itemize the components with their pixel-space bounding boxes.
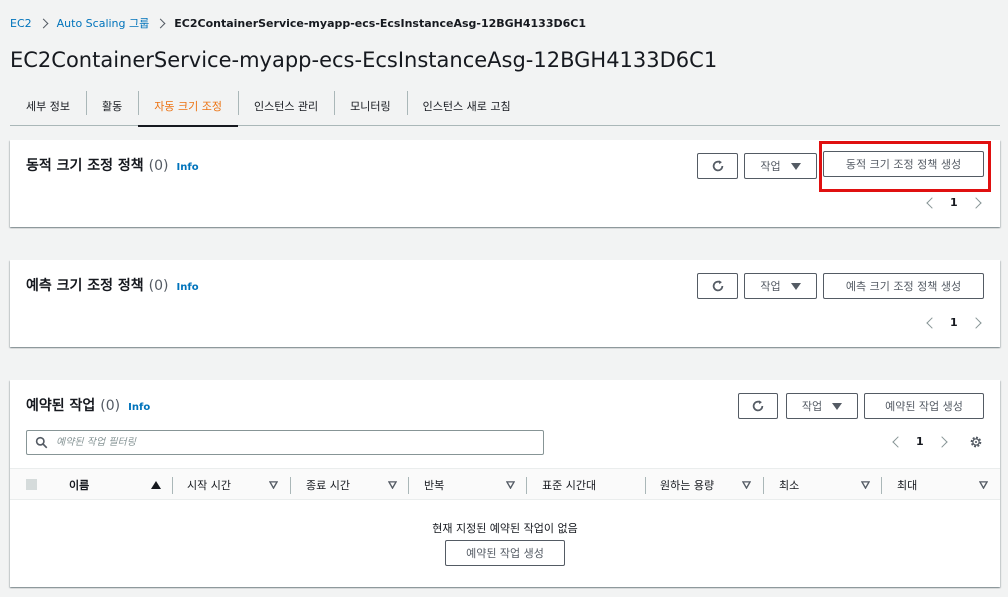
column-header-desired-capacity[interactable]: 원하는 용량 bbox=[660, 469, 763, 501]
dynamic-scaling-info-link[interactable]: Info bbox=[177, 162, 199, 173]
prev-page-icon[interactable] bbox=[926, 316, 938, 329]
column-divider bbox=[763, 477, 764, 494]
predictive-pagination: 1 bbox=[926, 316, 982, 329]
sort-icon bbox=[506, 481, 515, 489]
caret-down-icon bbox=[832, 402, 843, 410]
next-page-icon[interactable] bbox=[935, 435, 948, 448]
column-header-max[interactable]: 최대 bbox=[897, 469, 1000, 501]
tab-monitoring[interactable]: 모니터링 bbox=[334, 86, 406, 126]
predictive-scaling-title: 예측 크기 조정 정책 bbox=[26, 278, 144, 294]
tab-details[interactable]: 세부 정보 bbox=[10, 86, 86, 126]
predictive-scaling-count: (0) bbox=[148, 278, 169, 294]
page-number[interactable]: 1 bbox=[916, 435, 924, 448]
predictive-scaling-panel: 예측 크기 조정 정책 (0) Info 작업 예측 크기 조정 정책 생성 1 bbox=[10, 260, 1000, 347]
scheduled-actions-search-input[interactable] bbox=[56, 437, 516, 448]
scheduled-actions-title: 예약된 작업 bbox=[26, 398, 96, 414]
scheduled-refresh-button[interactable] bbox=[738, 393, 778, 419]
scheduled-actions-button[interactable]: 작업 bbox=[786, 393, 858, 419]
tab-instance-management[interactable]: 인스턴스 관리 bbox=[237, 86, 334, 126]
sort-icon bbox=[742, 481, 751, 489]
empty-state-create-scheduled-action-button[interactable]: 예약된 작업 생성 bbox=[445, 540, 565, 566]
predictive-scaling-info-link[interactable]: Info bbox=[177, 282, 199, 293]
next-page-icon[interactable] bbox=[969, 316, 982, 329]
gear-icon[interactable] bbox=[969, 435, 983, 449]
create-predictive-scaling-policy-button[interactable]: 예측 크기 조정 정책 생성 bbox=[823, 273, 984, 299]
sort-ascending-icon bbox=[151, 481, 161, 489]
page-number[interactable]: 1 bbox=[950, 316, 958, 329]
dynamic-scaling-header: 동적 크기 조정 정책 (0) Info bbox=[26, 155, 199, 175]
scheduled-actions-search bbox=[26, 430, 544, 455]
column-header-start-time[interactable]: 시작 시간 bbox=[187, 469, 290, 501]
breadcrumb-current: EC2ContainerService-myapp-ecs-EcsInstanc… bbox=[174, 16, 586, 30]
tab-instance-refresh[interactable]: 인스턴스 새로 고침 bbox=[406, 86, 527, 126]
tab-bar: 세부 정보 활동 자동 크기 조정 인스턴스 관리 모니터링 인스턴스 새로 고… bbox=[10, 86, 1000, 127]
prev-page-icon[interactable] bbox=[892, 435, 904, 448]
prev-page-icon[interactable] bbox=[926, 196, 938, 209]
dynamic-actions-button[interactable]: 작업 bbox=[744, 153, 817, 179]
column-divider bbox=[172, 477, 173, 494]
predictive-scaling-header: 예측 크기 조정 정책 (0) Info bbox=[26, 275, 199, 295]
refresh-icon bbox=[712, 280, 723, 292]
column-divider bbox=[290, 477, 291, 494]
caret-down-icon bbox=[790, 162, 801, 170]
column-divider bbox=[408, 477, 409, 494]
sort-icon bbox=[861, 481, 870, 489]
column-header-end-time[interactable]: 종료 시간 bbox=[306, 469, 409, 501]
page-title: EC2ContainerService-myapp-ecs-EcsInstanc… bbox=[10, 48, 718, 72]
select-all-checkbox[interactable] bbox=[26, 479, 37, 490]
chevron-right-icon bbox=[38, 18, 49, 28]
breadcrumb-ec2-link[interactable]: EC2 bbox=[10, 17, 32, 30]
column-header-recurrence[interactable]: 반복 bbox=[424, 469, 527, 501]
chevron-right-icon bbox=[155, 18, 166, 28]
scheduled-actions-header: 예약된 작업 (0) Info bbox=[26, 395, 150, 415]
create-dynamic-scaling-policy-button[interactable]: 동적 크기 조정 정책 생성 bbox=[823, 151, 984, 177]
column-header-time-zone[interactable]: 표준 시간대 bbox=[542, 469, 645, 501]
caret-down-icon bbox=[790, 282, 801, 290]
column-divider bbox=[881, 477, 882, 494]
dynamic-scaling-count: (0) bbox=[148, 158, 169, 174]
scheduled-actions-info-link[interactable]: Info bbox=[128, 402, 150, 413]
sort-icon bbox=[979, 481, 988, 489]
sort-icon bbox=[269, 481, 278, 489]
scheduled-pagination: 1 bbox=[892, 435, 948, 448]
scheduled-actions-panel: 예약된 작업 (0) Info 작업 예약된 작업 생성 1 이름 시작 시간 bbox=[10, 380, 1000, 587]
dynamic-scaling-title: 동적 크기 조정 정책 bbox=[26, 158, 144, 174]
scheduled-actions-count: (0) bbox=[100, 398, 121, 414]
search-icon bbox=[35, 436, 48, 449]
create-scheduled-action-button[interactable]: 예약된 작업 생성 bbox=[864, 393, 984, 419]
predictive-actions-label: 작업 bbox=[760, 280, 781, 293]
predictive-actions-button[interactable]: 작업 bbox=[744, 273, 817, 299]
dynamic-refresh-button[interactable] bbox=[697, 153, 738, 179]
sort-icon bbox=[388, 481, 397, 489]
dynamic-actions-label: 작업 bbox=[760, 160, 781, 173]
column-divider bbox=[526, 477, 527, 494]
refresh-icon bbox=[712, 160, 723, 172]
column-header-name[interactable]: 이름 bbox=[69, 469, 172, 501]
table-header: 이름 시작 시간 종료 시간 반복 표준 시간대 원하는 용량 최소 최대 bbox=[10, 468, 1000, 500]
dynamic-scaling-panel: 동적 크기 조정 정책 (0) Info 작업 동적 크기 조정 정책 생성 1 bbox=[10, 140, 1000, 227]
empty-state-message: 현재 지정된 예약된 작업이 없음 bbox=[432, 522, 578, 535]
column-header-min[interactable]: 최소 bbox=[779, 469, 882, 501]
breadcrumb-auto-scaling-link[interactable]: Auto Scaling 그룹 bbox=[57, 15, 150, 31]
tab-automatic-scaling[interactable]: 자동 크기 조정 bbox=[138, 86, 238, 127]
refresh-icon bbox=[752, 400, 764, 412]
dynamic-pagination: 1 bbox=[926, 196, 982, 209]
scheduled-actions-label: 작업 bbox=[801, 400, 823, 413]
predictive-refresh-button[interactable] bbox=[697, 273, 738, 299]
column-divider bbox=[645, 477, 646, 494]
page-number[interactable]: 1 bbox=[950, 196, 958, 209]
tab-activity[interactable]: 활동 bbox=[85, 86, 138, 126]
next-page-icon[interactable] bbox=[969, 196, 982, 209]
breadcrumb: EC2 Auto Scaling 그룹 EC2ContainerService-… bbox=[10, 14, 586, 32]
